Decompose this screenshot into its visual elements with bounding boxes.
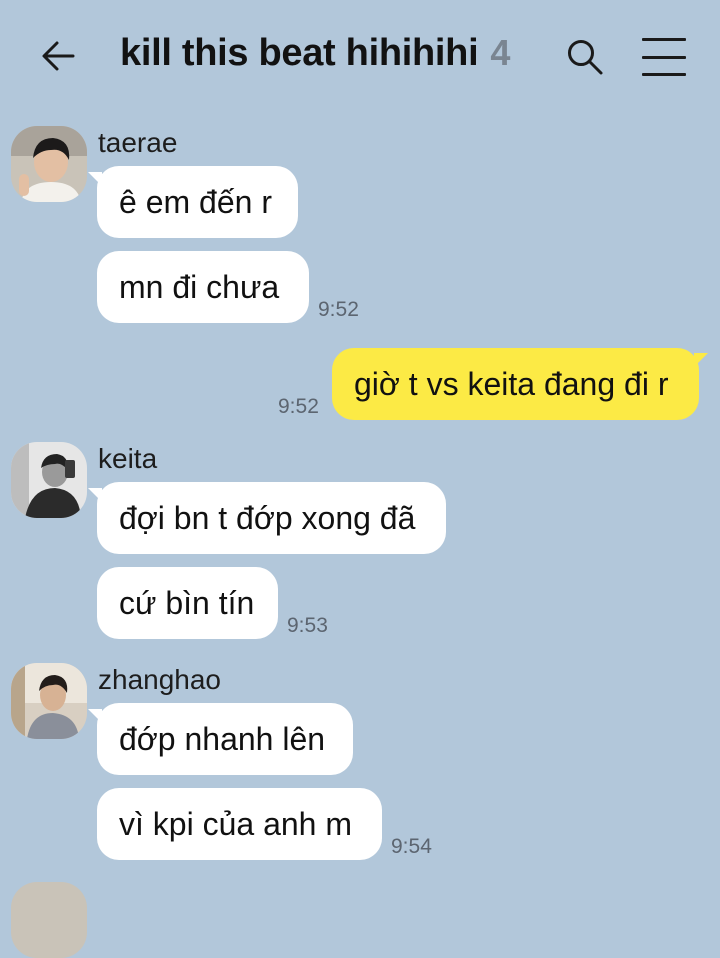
sender-name: taerae xyxy=(98,127,178,158)
avatar-keita[interactable] xyxy=(11,442,87,518)
bubble-tail xyxy=(694,353,708,367)
back-button[interactable] xyxy=(38,36,78,76)
message-bubble[interactable]: mn đi chưa xyxy=(97,251,309,323)
avatar-partial[interactable] xyxy=(11,882,87,958)
message-bubble[interactable]: cứ bìn tín xyxy=(97,567,278,639)
member-count: 4 xyxy=(490,32,511,73)
sender-name: zhanghao xyxy=(98,664,222,695)
avatar-zhanghao[interactable] xyxy=(11,663,87,739)
avatar-taerae[interactable] xyxy=(11,126,87,202)
search-button[interactable] xyxy=(564,36,606,78)
message-time: 9:52 xyxy=(278,395,319,418)
message-bubble[interactable]: ê em đến r xyxy=(97,166,298,238)
message-bubble-outgoing[interactable]: giờ t vs keita đang đi r xyxy=(332,348,699,420)
message-bubble[interactable]: vì kpi của anh m xyxy=(97,788,382,860)
message-time: 9:54 xyxy=(391,835,432,858)
chat-title: kill this beat hihihihi xyxy=(120,32,479,74)
message-bubble[interactable]: đợi bn t đớp xong đã xyxy=(97,482,446,554)
chat-title-group: kill this beat hihihihi 4 xyxy=(120,32,510,82)
message-time: 9:53 xyxy=(287,614,328,637)
sender-name: keita xyxy=(98,443,158,474)
message-time: 9:52 xyxy=(318,298,359,321)
arrow-left-icon xyxy=(42,41,75,71)
chat-header: kill this beat hihihihi 4 xyxy=(0,0,720,112)
hamburger-menu-icon xyxy=(642,38,686,41)
menu-button[interactable] xyxy=(642,38,686,76)
search-icon xyxy=(568,40,603,75)
message-bubble[interactable]: đớp nhanh lên xyxy=(97,703,353,775)
